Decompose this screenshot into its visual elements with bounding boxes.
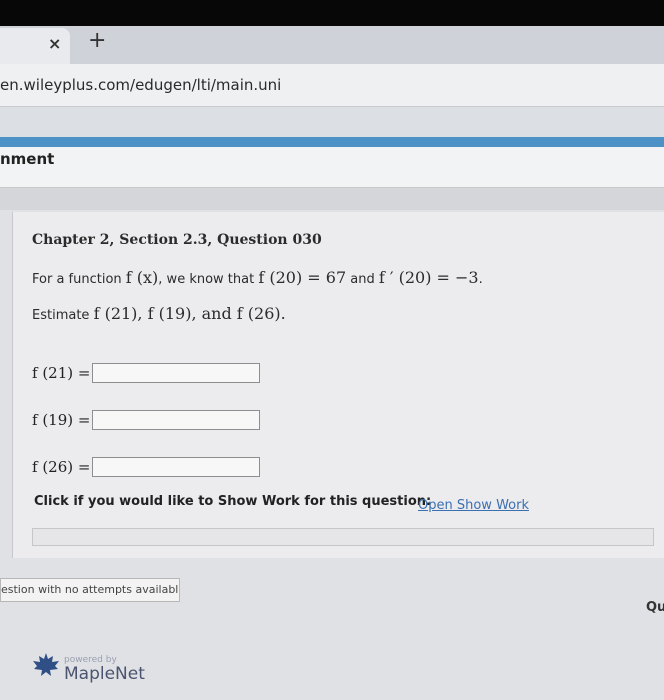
answer-label-f19: f (19) = (32, 411, 91, 429)
statement-mid: , we know that (158, 272, 259, 287)
maplenet-logo-text: MapleNet (64, 664, 145, 684)
given-value: f (20) = 67 (258, 268, 347, 287)
header-divider (0, 188, 664, 210)
answer-row-f21: f (21) = (32, 361, 261, 385)
question-nav-label[interactable]: Qu (646, 600, 664, 615)
estimate-terms: f (21), f (19), and f (26). (93, 304, 286, 323)
statement-end: . (478, 272, 483, 287)
answer-input-f26[interactable] (92, 457, 261, 477)
answer-input-f21[interactable] (92, 363, 261, 383)
maple-leaf-icon (33, 653, 59, 676)
bookmarks-bar (0, 107, 664, 137)
given-derivative: f ′ (20) = −3 (378, 268, 479, 287)
url-text[interactable]: en.wileyplus.com/edugen/lti/main.uni (0, 76, 281, 94)
estimate-instruction: Estimate f (21), f (19), and f (26). (32, 304, 286, 323)
statement-and: and (346, 272, 379, 287)
show-work-prompt: Click if you would like to Show Work for… (34, 494, 432, 509)
assignment-header: nment (0, 147, 664, 188)
answer-row-f26: f (26) = (32, 455, 261, 479)
statement-prefix: For a function (32, 272, 126, 287)
site-header-bar (0, 137, 664, 147)
answer-row-f19: f (19) = (32, 408, 261, 432)
question-title: Chapter 2, Section 2.3, Question 030 (32, 232, 322, 248)
estimate-prefix: Estimate (32, 308, 94, 323)
new-tab-icon[interactable]: + (88, 30, 106, 52)
answer-label-f26: f (26) = (32, 458, 91, 476)
screen-top-bezel (0, 0, 664, 26)
close-tab-icon[interactable]: × (48, 34, 61, 53)
address-bar[interactable]: en.wileyplus.com/edugen/lti/main.uni (0, 64, 664, 107)
show-work-area[interactable] (32, 528, 654, 546)
assignment-title: nment (0, 150, 55, 168)
browser-tab[interactable]: × (0, 28, 70, 64)
function-notation: f (x) (125, 268, 159, 287)
answer-input-f19[interactable] (92, 410, 261, 430)
open-show-work-link[interactable]: Open Show Work (418, 498, 529, 513)
attempts-status: estion with no attempts available. (0, 578, 180, 602)
answer-label-f21: f (21) = (32, 364, 91, 382)
question-statement: For a function f (x), we know that f (20… (32, 268, 483, 287)
